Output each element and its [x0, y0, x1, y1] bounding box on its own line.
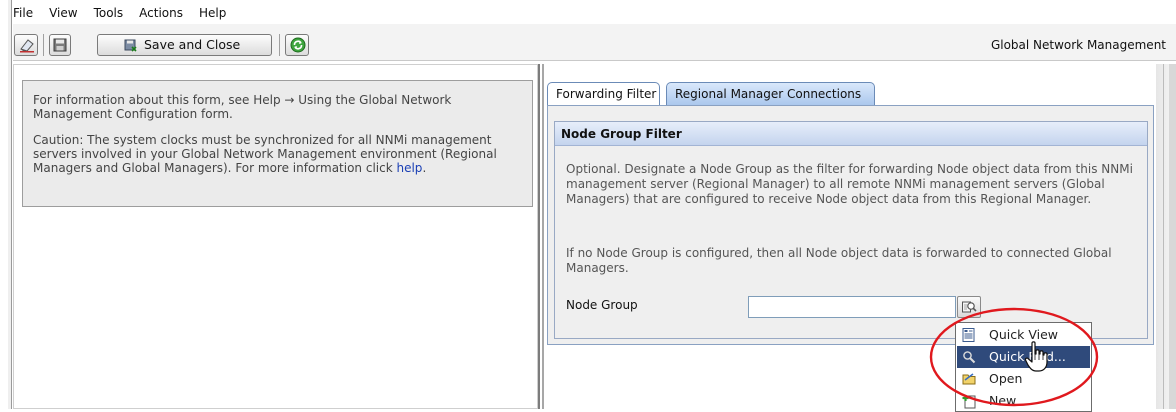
- tab-regional-manager-connections[interactable]: Regional Manager Connections: [666, 82, 875, 106]
- menu-actions[interactable]: Actions: [131, 4, 191, 22]
- lookup-button[interactable]: [957, 296, 981, 318]
- help-link[interactable]: help: [396, 161, 422, 175]
- toolbar-separator: [279, 34, 280, 56]
- save-button[interactable]: [49, 34, 71, 56]
- caution-suffix: .: [422, 161, 427, 175]
- caution-text: Caution: The system clocks must be synch…: [33, 133, 522, 175]
- edit-button[interactable]: [14, 34, 38, 56]
- refresh-button[interactable]: [285, 34, 309, 56]
- caution-body: Caution: The system clocks must be synch…: [33, 133, 497, 175]
- menu-file[interactable]: File: [13, 4, 41, 22]
- description-default: If no Node Group is configured, then all…: [566, 246, 1112, 275]
- toolbar-divider: [13, 60, 1176, 61]
- info-box: For information about this form, see Hel…: [22, 80, 533, 207]
- hand-cursor-icon: [1024, 341, 1048, 372]
- new-icon: [962, 395, 976, 409]
- save-and-close-label: Save and Close: [144, 37, 241, 52]
- quick-view-icon: [962, 328, 975, 342]
- splitter-handle[interactable]: [538, 64, 540, 409]
- node-group-input[interactable]: [748, 296, 956, 318]
- save-and-close-button[interactable]: Save and Close: [97, 34, 272, 56]
- menu-bar: File View Tools Actions Help: [13, 4, 234, 22]
- node-group-label: Node Group: [566, 298, 638, 312]
- menu-view[interactable]: View: [41, 4, 85, 22]
- app-title: Global Network Management: [990, 38, 1166, 52]
- window-right-border: [1163, 64, 1164, 409]
- toolbar: Save and Close Global Network Management: [13, 24, 1176, 60]
- info-text: For information about this form, see Hel…: [33, 93, 452, 121]
- toolbar-separator: [43, 34, 44, 56]
- save-close-icon: [124, 39, 137, 52]
- open-icon: [962, 373, 976, 385]
- menu-tools[interactable]: Tools: [86, 4, 132, 22]
- description-optional: Optional. Designate a Node Group as the …: [566, 162, 1133, 206]
- menu-item-label: Open: [989, 371, 1023, 386]
- splitter-edge: [542, 64, 544, 409]
- lookup-icon: [962, 301, 977, 313]
- right-scrollbar[interactable]: [1169, 64, 1176, 409]
- tab-forwarding-filter[interactable]: Forwarding Filter: [547, 82, 660, 106]
- quick-find-icon: [963, 351, 976, 364]
- eraser-icon: [20, 39, 34, 53]
- floppy-disk-icon: [53, 38, 67, 52]
- section-header: Node Group Filter: [555, 122, 1147, 146]
- menu-help[interactable]: Help: [191, 4, 234, 22]
- window-left-edge: [8, 0, 12, 409]
- refresh-icon: [290, 37, 306, 53]
